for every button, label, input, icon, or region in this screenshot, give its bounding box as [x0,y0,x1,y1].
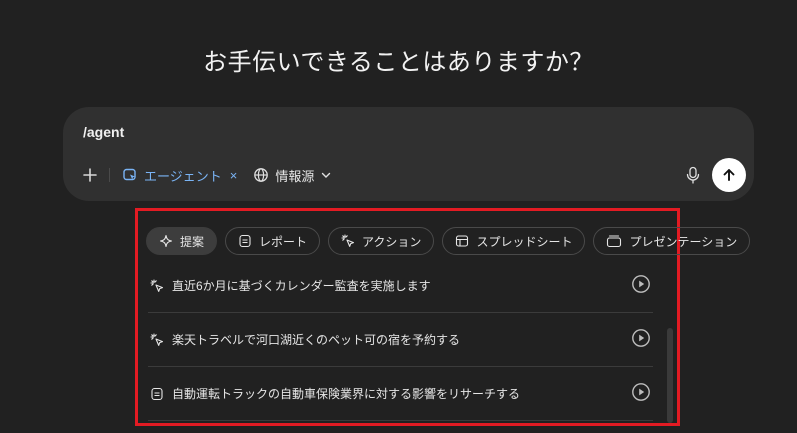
remove-agent-button[interactable]: × [230,168,238,183]
arrow-up-icon [723,169,735,181]
toolbar-divider [109,168,110,182]
send-button[interactable] [712,158,746,192]
sources-dropdown[interactable]: 情報源 [253,166,332,185]
add-attachment-button[interactable] [77,162,103,188]
sparkle-icon [159,234,173,248]
page: お手伝いできることはありますか？ /agent エージェント × 情報源 提案 … [0,0,797,433]
tab-label: 提案 [180,234,205,249]
page-title: お手伝いできることはありますか？ [203,49,594,76]
tab-report[interactable]: レポート [225,227,321,255]
tab-label: アクション [362,234,422,249]
suggestion-item[interactable]: 直近6か月に基づくカレンダー監査を実施します [148,259,653,313]
tab-label: スプレッドシート [476,234,573,249]
cursor-click-icon [148,277,166,295]
voice-input-button[interactable] [682,164,704,186]
play-icon[interactable] [631,328,651,348]
chevron-down-icon [322,172,331,178]
tab-spreadsheet[interactable]: スプレッドシート [442,227,586,255]
suggestion-text: 自動運転トラックの自動車保険業界に対する影響をリサーチする [172,387,521,401]
suggestion-list: 直近6か月に基づくカレンダー監査を実施します 楽天トラベルで河口湖近くのペット可… [148,259,653,421]
tab-action[interactable]: アクション [328,227,435,255]
prompt-input[interactable]: /agent [83,124,124,140]
table-icon [456,235,469,247]
suggestion-scrollbar[interactable] [667,328,673,423]
suggestion-text: 楽天トラベルで河口湖近くのペット可の宿を予約する [172,333,461,347]
tab-suggestions[interactable]: 提案 [146,227,218,255]
composer-toolbar: エージェント × 情報源 [77,161,332,189]
tab-label: レポート [259,234,308,249]
slides-icon [607,235,622,248]
tab-label: プレゼンテーション [629,234,738,249]
suggestion-text: 直近6か月に基づくカレンダー監査を実施します [172,279,431,293]
play-icon[interactable] [631,382,651,402]
agent-chip-label: エージェント [144,168,222,184]
microphone-icon [686,166,700,184]
sources-label: 情報源 [275,168,315,184]
suggestion-item[interactable]: 楽天トラベルで河口湖近くのペット可の宿を予約する [148,313,653,367]
agent-mode-chip[interactable]: エージェント × [120,162,241,188]
suggestion-item[interactable]: 自動運転トラックの自動車保険業界に対する影響をリサーチする [148,367,653,421]
cursor-click-icon [341,234,355,247]
globe-icon [254,168,269,182]
tab-presentation[interactable]: プレゼンテーション [593,227,751,255]
plus-icon [83,168,97,182]
document-icon [148,385,166,403]
document-icon [239,234,251,248]
cursor-click-icon [148,331,166,349]
suggestion-tabs: 提案 レポート アクション スプレッドシート プレゼンテーション [146,227,751,255]
composer: /agent エージェント × 情報源 [63,107,754,201]
play-icon[interactable] [631,274,651,294]
agent-icon [123,168,136,181]
